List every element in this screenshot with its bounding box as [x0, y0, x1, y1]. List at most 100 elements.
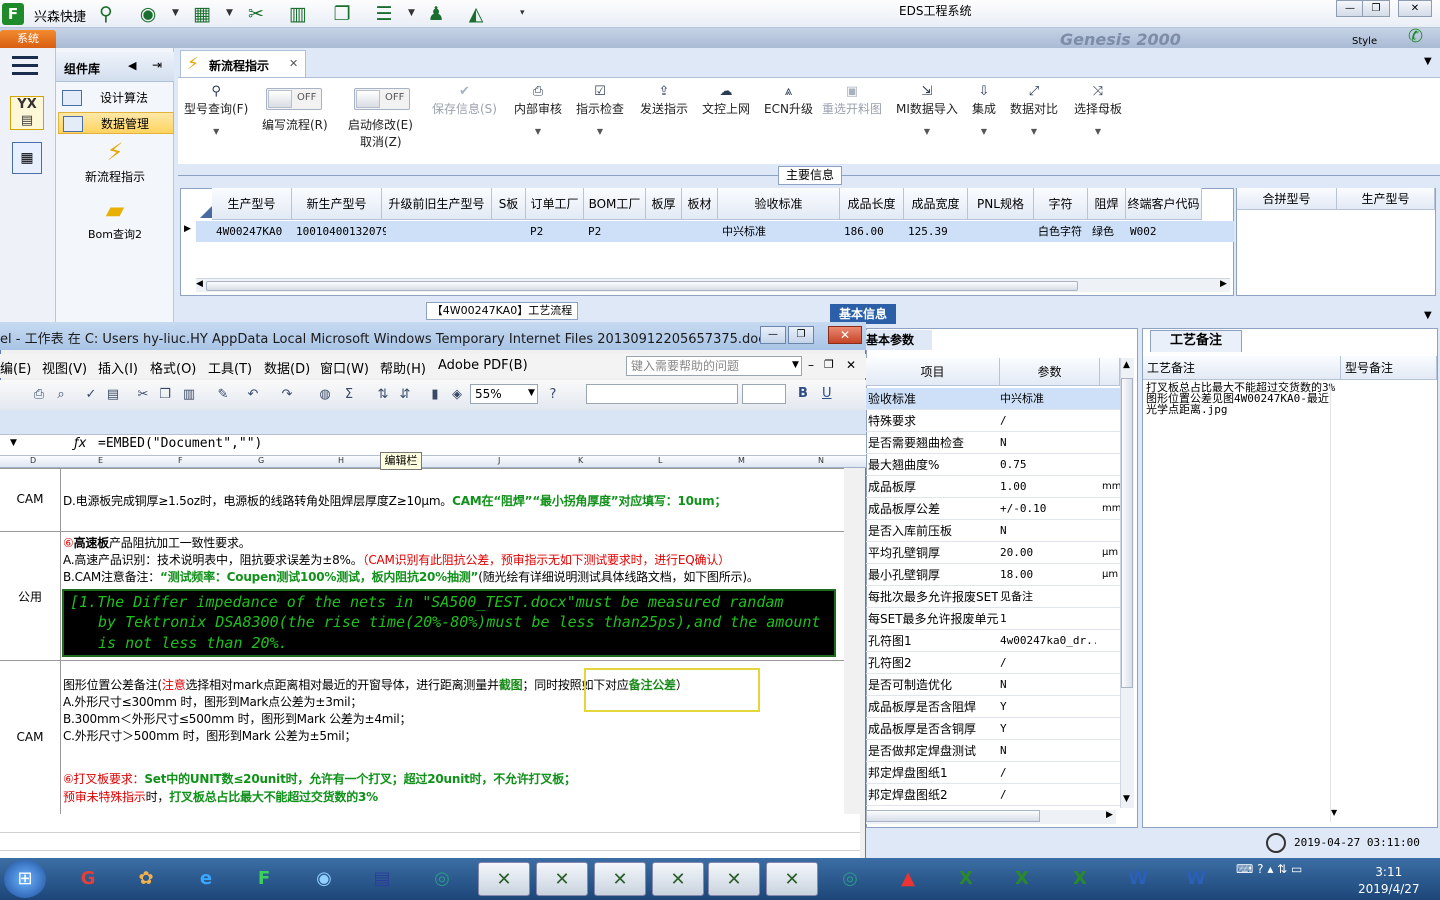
name-box-dropdown[interactable]: ▼ [10, 438, 17, 448]
research-icon[interactable]: ▤ [104, 386, 122, 404]
column-header[interactable]: 终端客户代码 [1126, 188, 1202, 220]
column-header[interactable]: PNL规格 [968, 188, 1034, 220]
table-row[interactable]: 孔符图1 4w00247ka0_dr... [866, 630, 1120, 652]
table-row[interactable]: 平均孔壁铜厚 20.00 μm [866, 542, 1120, 564]
cell-text[interactable]: ⑥打叉板要求：Set中的UNIT数≤20unit时，允许有一个打叉；超过20un… [63, 770, 576, 787]
chevron-down-icon[interactable]: ▾ [520, 8, 525, 18]
column-header[interactable]: 新生产型号 [292, 188, 382, 220]
chart-wizard-icon[interactable]: ▮ [426, 386, 444, 404]
film-icon[interactable]: ▥ [286, 3, 310, 25]
sort-descending-icon[interactable]: ⇵ [396, 386, 414, 404]
messenger-icon[interactable]: ◉ [298, 862, 350, 896]
format-painter-icon[interactable]: ✎ [214, 386, 232, 404]
column-header[interactable]: 成品长度 [840, 188, 904, 220]
tab-new-flow-instruction[interactable]: ⚡ 新流程指示 ✕ [180, 50, 306, 78]
cell-text[interactable]: B.CAM注意备注：“测试频率：Coupen测试100%测试，板内阻抗20%抽测… [63, 568, 759, 585]
library-item-design-algorithm[interactable]: 设计算法 [58, 87, 174, 109]
user-icon[interactable]: ♟ [424, 3, 448, 25]
search-icon[interactable]: ⚲ [94, 3, 118, 25]
menu-adobe-pdf[interactable]: Adobe PDF(B) [438, 358, 528, 373]
vertical-scrollbar[interactable]: ▲ ▼ [1120, 358, 1134, 808]
menu-edit[interactable]: 编(E) [0, 358, 31, 377]
column-letter[interactable]: H [338, 456, 344, 465]
minimize-button[interactable]: — [760, 326, 786, 344]
tab-basic-info[interactable]: 基本信息 [830, 304, 896, 324]
check-instruction-button[interactable]: ☑ 指示检查 ▼ [576, 84, 624, 136]
horizontal-scrollbar[interactable]: ▶ [866, 810, 1116, 824]
table-row[interactable]: 孔符图2 / [866, 652, 1120, 674]
table-row[interactable]: 成品板厚 1.00 mm [866, 476, 1121, 498]
vertical-scrollbar[interactable] [844, 468, 860, 814]
function-icon[interactable]: ƒx [74, 436, 86, 451]
horizontal-scrollbar[interactable]: ◀ ▶ [196, 278, 1230, 292]
chevron-down-icon[interactable]: ▼ [792, 360, 799, 370]
table-cell[interactable]: P2 [530, 221, 582, 242]
menu-window[interactable]: 窗口(W) [320, 358, 369, 377]
menu-help[interactable]: 帮助(H) [380, 358, 426, 377]
select-motherboard-button[interactable]: ⤨ 选择母板 ▼ [1074, 84, 1122, 136]
column-header[interactable]: 阻焊 [1088, 188, 1126, 220]
column-letter[interactable]: K [578, 456, 583, 465]
cell-text[interactable]: D.电源板完成铜厚≥1.5oz时，电源板的线路转角处阻焊层厚度Z≥10μm。CA… [63, 492, 726, 509]
system-tab[interactable]: 系统 [0, 30, 56, 48]
column-header[interactable]: 参数 [1000, 358, 1100, 386]
column-letter[interactable]: J [498, 456, 500, 465]
tab-craft-notes[interactable]: 工艺备注 [1150, 330, 1242, 352]
table-cell[interactable]: 白色字符 [1038, 221, 1086, 242]
table-row[interactable]: 验收标准 中兴标准 [866, 388, 1120, 410]
table-row[interactable]: 是否做邦定焊盘测试 N [866, 740, 1120, 762]
data-compare-button[interactable]: ⤢ 数据对比 ▼ [1010, 84, 1058, 136]
menu-tools[interactable]: 工具(T) [208, 358, 252, 377]
cell-text[interactable]: 预审未特殊指示时，打叉板总占比最大不能超过交货数的3% [63, 788, 378, 805]
help-icon[interactable]: ? [544, 386, 562, 404]
chart-icon[interactable]: ◭ [464, 3, 488, 25]
calculator-icon[interactable]: ▦ [12, 142, 42, 174]
ecn-upgrade-button[interactable]: ⩓ ECN升级 [764, 84, 813, 117]
column-header[interactable]: 板材 [682, 188, 718, 220]
table-cell[interactable]: 绿色 [1092, 221, 1124, 242]
doc-upload-button[interactable]: ☁ 文控上网 [702, 84, 750, 117]
column-header[interactable]: 合拼型号 [1237, 188, 1337, 210]
table-row[interactable]: 成品板厚是否含阻焊 Y [866, 696, 1120, 718]
excel-window-icon[interactable]: ✕ [708, 862, 760, 896]
shell-icon[interactable]: ✿ [120, 862, 172, 896]
column-header[interactable]: 成品宽度 [904, 188, 968, 220]
tool-new-flow-instruction[interactable]: ⚡ 新流程指示 [56, 138, 174, 185]
pin-icon[interactable]: ⇥ [152, 58, 162, 72]
reselect-material-button[interactable]: ▣ 重选开料图 [822, 84, 882, 117]
edit-flow-toggle[interactable]: OFF [266, 88, 322, 110]
tool-bom-query[interactable]: ▰ Bom查询2 [56, 196, 174, 242]
table-cell[interactable]: 10010400132079 [296, 221, 389, 242]
table-cell[interactable]: 125.39 [908, 221, 966, 242]
excel-window-icon[interactable]: ✕ [766, 862, 818, 896]
menu-data[interactable]: 数据(D) [264, 358, 310, 377]
close-button[interactable]: ✕ [1398, 0, 1432, 17]
column-header[interactable]: 订单工厂 [526, 188, 584, 220]
scroll-left-icon[interactable]: ◀ [196, 279, 203, 289]
column-letter[interactable]: L [658, 456, 662, 465]
grid-icon[interactable]: ▦ [190, 3, 214, 25]
close-button[interactable]: ✕ [828, 326, 862, 344]
autosum-icon[interactable]: Σ [340, 386, 358, 404]
excel-window-icon[interactable]: ✕ [652, 862, 704, 896]
menu-format[interactable]: 格式(O) [150, 358, 196, 377]
drawing-icon[interactable]: ◈ [448, 386, 466, 404]
chevron-down-icon[interactable]: ▼ [528, 388, 535, 398]
excel-title-bar[interactable]: el - 工作表 在 C: Users hy-liuc.HY AppData L… [0, 322, 866, 350]
scrollbar-thumb[interactable] [1121, 378, 1133, 688]
column-header[interactable]: S板 [492, 188, 526, 220]
library-item-data-management[interactable]: 数据管理 [58, 112, 174, 134]
excel-icon[interactable]: X [996, 862, 1048, 896]
cell-text[interactable]: B.300mm＜外形尺寸≤500mm 时，图形到Mark 公差为±4mil； [63, 710, 412, 727]
column-header[interactable]: 项目 [866, 358, 1000, 386]
chevron-down-icon[interactable]: ▼ [1424, 310, 1432, 321]
integrate-button[interactable]: ⇩ 集成 ▼ [972, 84, 996, 136]
globe-icon[interactable]: ◉ [136, 3, 160, 25]
table-cell[interactable] [386, 221, 490, 242]
menu-icon[interactable] [12, 56, 38, 76]
column-letter[interactable]: G [258, 456, 264, 465]
save-icon[interactable]: ▤ [356, 862, 408, 896]
excel-icon[interactable]: X [1054, 862, 1106, 896]
restore-button[interactable]: ❐ [788, 326, 814, 344]
word-icon[interactable]: W [1170, 862, 1222, 896]
